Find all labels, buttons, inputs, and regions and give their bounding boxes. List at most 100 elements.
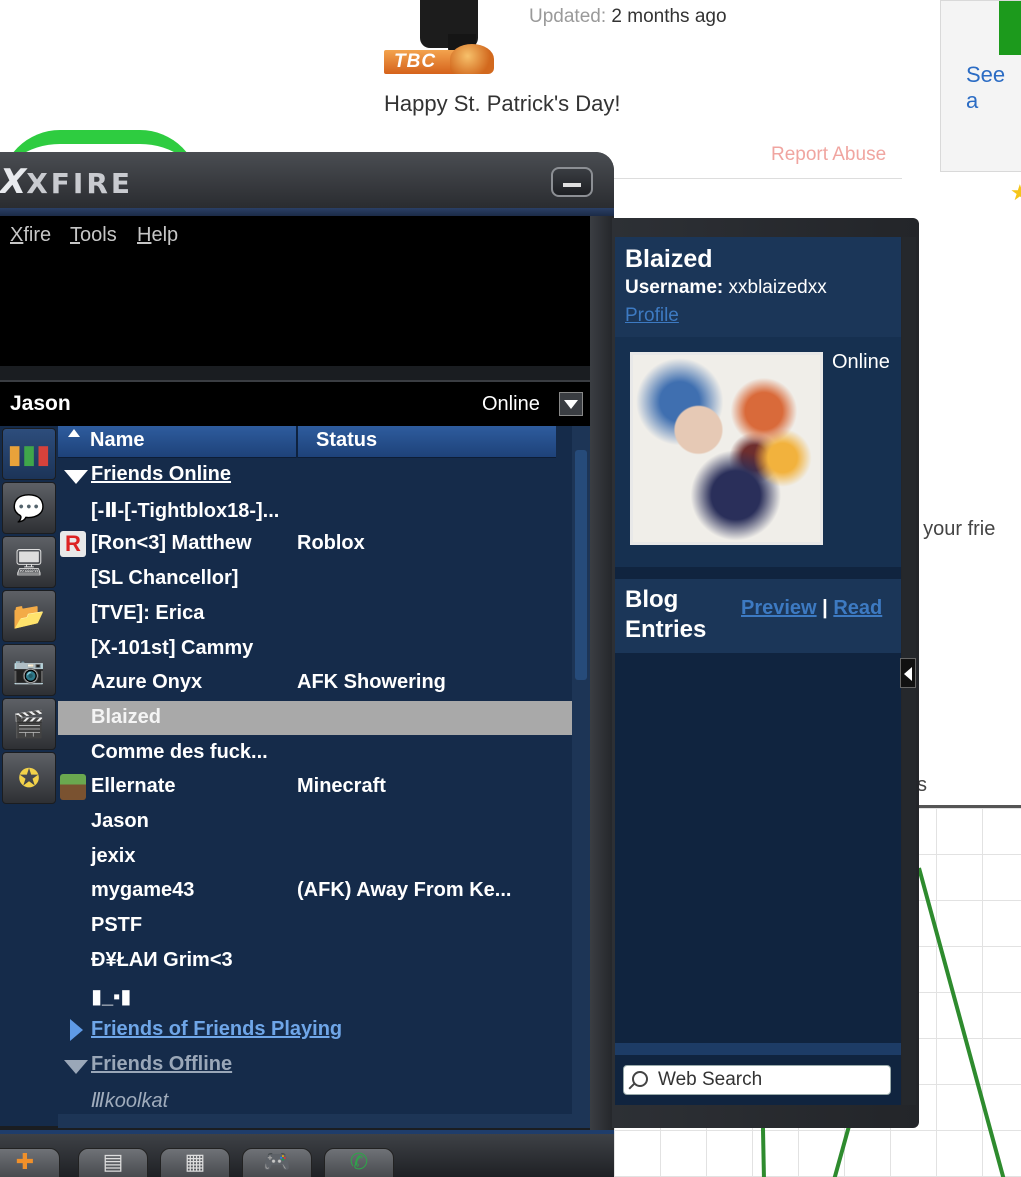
friend-name: PSTF bbox=[91, 914, 143, 937]
friend-name: mygame43 bbox=[91, 879, 195, 902]
menu-tools[interactable]: Tools bbox=[70, 224, 117, 247]
blog-read-link[interactable]: Read bbox=[833, 597, 882, 619]
blog-title-line2: Entries bbox=[625, 616, 707, 643]
username-value: xxblaizedxx bbox=[728, 277, 827, 298]
friend-status: Roblox bbox=[297, 532, 365, 555]
offline-friend-row[interactable]: Ⅲkoolkat bbox=[58, 1083, 572, 1117]
menu-help[interactable]: Help bbox=[137, 224, 178, 247]
blog-title-line1: Blog bbox=[625, 586, 679, 613]
current-username: Jason bbox=[10, 392, 71, 415]
friend-name: [TVE]: Erica bbox=[91, 601, 205, 624]
xfire-titlebar[interactable]: XXFIRE bbox=[0, 152, 614, 208]
friend-row[interactable]: Blaized bbox=[58, 700, 572, 735]
tab-videos[interactable]: 🎬 bbox=[2, 698, 56, 750]
friend-row[interactable]: mygame43 (AFK) Away From Ke... bbox=[58, 874, 572, 908]
tab-friends[interactable]: ▮ ▮ ▮ bbox=[2, 428, 56, 480]
friend-row[interactable]: [-Ⅱ-[-Tightblox18-]... bbox=[58, 493, 572, 527]
tab-servers[interactable]: 🖥 bbox=[2, 536, 56, 588]
star-icon: ★ bbox=[1010, 180, 1021, 205]
friend-row[interactable]: Comme des fuck... bbox=[58, 736, 572, 770]
add-friend-button[interactable]: ✚ bbox=[0, 1148, 60, 1177]
profile-status: Online bbox=[832, 351, 890, 373]
friend-row[interactable]: [X-101st] Cammy bbox=[58, 632, 572, 666]
group-header-friends-of-friends[interactable]: Friends of Friends Playing bbox=[58, 1013, 572, 1047]
blog-title: Blog Entries bbox=[625, 585, 706, 645]
username-label: Username: bbox=[625, 277, 724, 298]
window-side-scrollbar[interactable] bbox=[590, 216, 614, 1177]
profile-panel-content: Blaized Username: xxblaizedxx Profile On… bbox=[615, 237, 901, 1105]
see-all-link[interactable]: See a bbox=[966, 62, 1021, 114]
friend-row[interactable]: Ellernate Minecraft bbox=[58, 770, 572, 804]
web-search-input[interactable]: Web Search bbox=[623, 1065, 891, 1095]
list-vertical-scrollbar[interactable] bbox=[572, 426, 590, 1116]
friends-icon-3: ▮ bbox=[36, 438, 51, 469]
menu-xfire[interactable]: Xfire bbox=[10, 224, 51, 247]
gamepad-icon: 🎮 bbox=[263, 1149, 291, 1174]
friend-row[interactable]: [SL Chancellor] bbox=[58, 562, 572, 596]
friend-name: [Ron<3] Matthew bbox=[91, 532, 252, 555]
poster-avatar[interactable]: TBC bbox=[384, 0, 512, 74]
tab-favorites[interactable]: ✪ bbox=[2, 752, 56, 804]
friend-row[interactable]: Azure Onyx AFK Showering bbox=[58, 666, 572, 700]
tab-chat[interactable]: 💬 bbox=[2, 482, 56, 534]
profile-horizontal-scrollbar[interactable] bbox=[615, 1043, 901, 1055]
friend-name: ▮_▪▮ bbox=[91, 985, 132, 1008]
friend-name: Ⅲkoolkat bbox=[91, 1089, 169, 1112]
friend-row[interactable]: ▮_▪▮ bbox=[58, 979, 572, 1013]
voice-button[interactable]: ✆ bbox=[324, 1148, 394, 1177]
report-abuse-link[interactable]: Report Abuse bbox=[771, 144, 886, 166]
roblox-icon: R bbox=[60, 531, 86, 558]
computer-icon: 🖥 bbox=[12, 546, 46, 577]
friend-row[interactable]: jexix bbox=[58, 840, 572, 874]
xfire-logo-text: XFIRE bbox=[26, 167, 134, 200]
profile-avatar[interactable] bbox=[630, 352, 823, 545]
friend-status: (AFK) Away From Ke... bbox=[297, 879, 512, 902]
friend-name: Comme des fuck... bbox=[91, 740, 268, 763]
menu-help-accel: H bbox=[137, 224, 152, 246]
list-horizontal-scrollbar[interactable] bbox=[58, 1114, 590, 1128]
status-dropdown-icon[interactable] bbox=[559, 392, 583, 416]
blog-preview-link[interactable]: Preview bbox=[741, 597, 817, 619]
minecraft-icon bbox=[60, 774, 86, 801]
title-accent bbox=[0, 208, 614, 216]
scrollbar-thumb[interactable] bbox=[575, 450, 587, 680]
clapperboard-icon: 🎬 bbox=[12, 708, 46, 739]
expand-arrow-icon[interactable] bbox=[64, 1059, 88, 1074]
column-header-name[interactable]: Name bbox=[90, 429, 144, 452]
blog-links: Preview | Read bbox=[741, 597, 882, 620]
card-icon: ▦ bbox=[184, 1149, 206, 1174]
friend-row[interactable]: Đ¥ŁAИ Grim<3 bbox=[58, 944, 572, 978]
column-header-status[interactable]: Status bbox=[316, 429, 377, 452]
tbc-icon bbox=[450, 44, 494, 74]
collapsed-arrow-icon[interactable] bbox=[70, 1019, 83, 1042]
friend-name: Đ¥ŁAИ Grim<3 bbox=[91, 948, 233, 971]
menu-xfire-label: fire bbox=[23, 224, 52, 246]
minimize-button[interactable] bbox=[551, 167, 593, 197]
xfire-window: XXFIRE Xfire Tools Help Jason Online ▮ ▮ ▮… bbox=[0, 152, 614, 1177]
servers-button[interactable]: ▤ bbox=[78, 1148, 148, 1177]
friend-row[interactable]: [TVE]: Erica bbox=[58, 597, 572, 631]
friend-row[interactable]: PSTF bbox=[58, 909, 572, 943]
group-header-friends-offline[interactable]: Friends Offline bbox=[58, 1048, 572, 1082]
friend-row[interactable]: Jason bbox=[58, 805, 572, 839]
download-folder-icon: 📂 bbox=[12, 600, 46, 631]
search-icon bbox=[632, 1071, 648, 1087]
profile-panel: Blaized Username: xxblaizedxx Profile On… bbox=[612, 218, 919, 1128]
profile-username: Username: xxblaizedxx bbox=[625, 277, 827, 299]
friend-name: Jason bbox=[91, 810, 149, 832]
friend-name: Ellernate bbox=[91, 775, 176, 798]
plus-icon: ✚ bbox=[15, 1149, 35, 1174]
menu-bar: Xfire Tools Help bbox=[0, 216, 590, 366]
profile-card-button[interactable]: ▦ bbox=[160, 1148, 230, 1177]
column-separator[interactable] bbox=[296, 426, 298, 458]
profile-link[interactable]: Profile bbox=[625, 305, 679, 327]
tab-screenshots[interactable]: 📷 bbox=[2, 644, 56, 696]
expand-arrow-icon[interactable] bbox=[64, 470, 88, 484]
collapse-panel-button[interactable] bbox=[900, 658, 916, 688]
tab-downloads[interactable]: 📂 bbox=[2, 590, 56, 642]
group-header-friends-online[interactable]: Friends Online bbox=[58, 458, 572, 492]
updated-label: Updated: bbox=[529, 6, 607, 27]
friend-row[interactable]: R [Ron<3] Matthew Roblox bbox=[58, 527, 572, 561]
games-button[interactable]: 🎮 bbox=[242, 1148, 312, 1177]
current-status[interactable]: Online bbox=[482, 393, 540, 416]
